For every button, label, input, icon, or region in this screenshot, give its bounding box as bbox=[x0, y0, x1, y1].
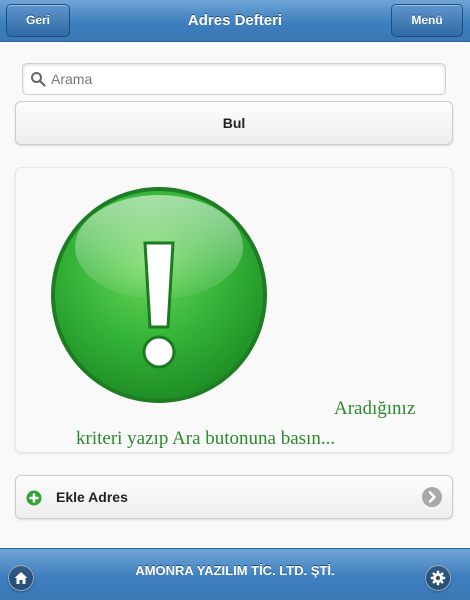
header-bar: Geri Adres Defteri Menü bbox=[0, 0, 470, 42]
gear-icon bbox=[430, 570, 446, 586]
message-line-2: kriteri yazıp Ara butonuna basın... bbox=[76, 428, 336, 449]
search-icon bbox=[31, 72, 46, 87]
exclamation-icon bbox=[51, 187, 267, 403]
search-input[interactable] bbox=[49, 64, 433, 94]
plus-circle-icon bbox=[26, 490, 42, 506]
search-field[interactable] bbox=[22, 63, 446, 95]
chevron-right-icon bbox=[422, 487, 442, 507]
footer-bar: AMONRA YAZILIM TİC. LTD. ŞTİ. bbox=[0, 548, 470, 600]
settings-button[interactable] bbox=[425, 565, 451, 591]
company-name: AMONRA YAZILIM TİC. LTD. ŞTİ. bbox=[135, 563, 335, 578]
add-address-label: Ekle Adres bbox=[56, 489, 128, 505]
add-address-item[interactable]: Ekle Adres bbox=[15, 475, 453, 519]
message-panel: Aradığınız kriteri yazıp Ara butonuna ba… bbox=[15, 167, 453, 453]
find-button[interactable]: Bul bbox=[15, 101, 453, 145]
menu-button[interactable]: Menü bbox=[391, 4, 463, 37]
message-line-1: Aradığınız bbox=[334, 398, 416, 419]
